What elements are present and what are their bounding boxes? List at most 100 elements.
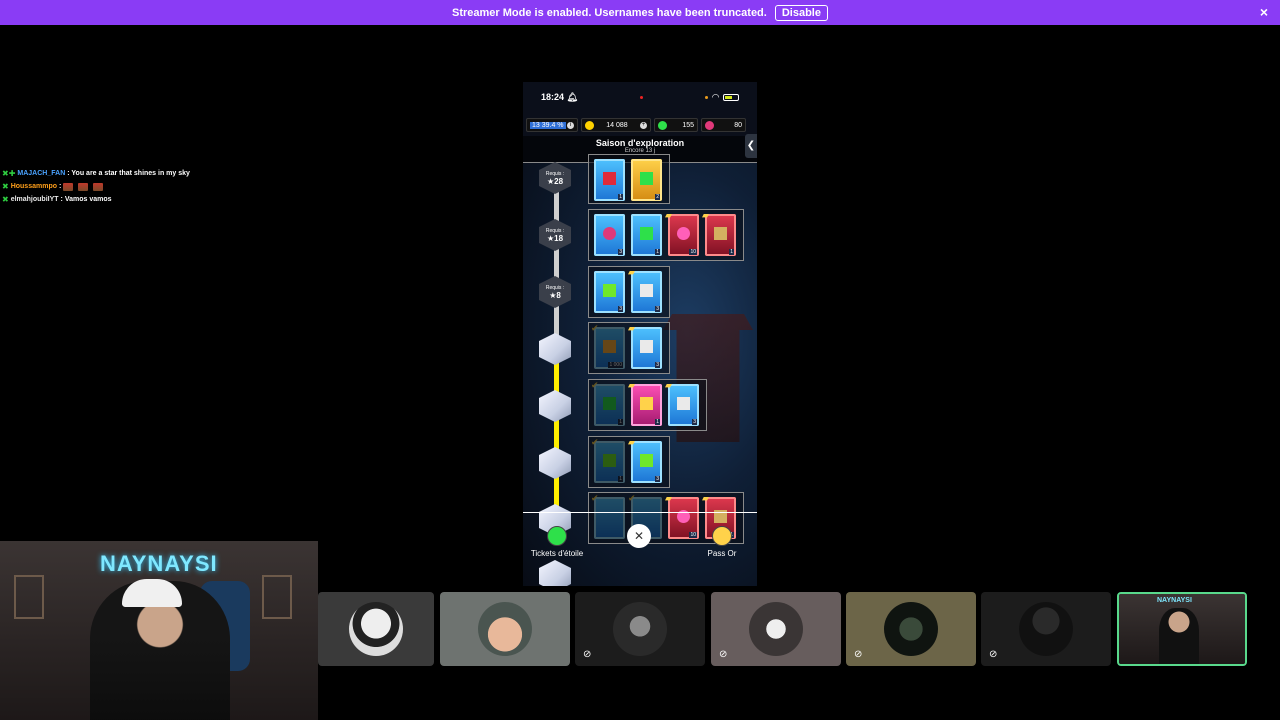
neon-sign: NAYNAYSI <box>100 551 218 576</box>
add-coins-icon[interactable]: + <box>639 121 647 129</box>
gold-pass-label: Pass Or <box>707 549 737 558</box>
reward-row: ✔ 1 000 ▰ 3 <box>588 322 670 374</box>
reward-card[interactable]: ▰ 3 <box>665 380 699 426</box>
reward-icon <box>603 172 616 185</box>
chat-overlay: ✖✚ MAJACH_FAN : You are a star that shin… <box>2 167 302 206</box>
reward-quantity: 1 000 <box>608 362 623 368</box>
phone-time: 18:24 <box>541 91 565 102</box>
stars-value: 80 <box>734 121 742 129</box>
gold-pass-icon <box>712 526 732 546</box>
chat-username: MAJACH_FAN <box>17 170 66 177</box>
reward-card[interactable]: 1 <box>594 159 625 201</box>
reward-card[interactable]: ▰ 10 <box>665 210 699 256</box>
participant-tile[interactable]: ⊘ <box>575 592 705 666</box>
reward-card[interactable]: ▰ 3 <box>628 437 662 483</box>
reward-icon <box>640 284 653 297</box>
mic-dot-icon <box>705 95 709 99</box>
gem-icon <box>658 120 667 130</box>
banner-message: Streamer Mode is enabled. Usernames have… <box>452 6 767 19</box>
participant-tile[interactable]: ⊘ <box>711 592 841 666</box>
participant-avatar <box>1019 602 1073 656</box>
claimed-check-icon: ✔ <box>628 493 636 503</box>
chat-text: : Vamos vamos <box>60 196 112 203</box>
reward-row: 3 1 ▰ 10 ▰ 1 <box>588 209 744 261</box>
claimed-check-icon: ✔ <box>591 437 599 447</box>
participant-avatar <box>749 602 803 656</box>
star-tickets-label: Tickets d'étoile <box>530 549 584 558</box>
coins-counter: 14 088 + <box>581 118 651 132</box>
reward-quantity: 3 <box>655 476 660 482</box>
reward-row: 3 ▰ 3 <box>588 266 670 318</box>
chat-text: : <box>59 183 62 190</box>
phone-screen: 18:24 🔔︎ ◠ 13 39.4 % i 14 088 + 155 80 S… <box>523 82 757 586</box>
participant-tile-active[interactable]: NAYNAYSI <box>1117 592 1247 666</box>
gold-pass-button[interactable]: Pass Or <box>699 526 745 558</box>
divider <box>523 512 757 513</box>
star-gem-icon <box>705 120 714 130</box>
reward-quantity: 1 <box>618 194 623 200</box>
participant-tile[interactable] <box>440 592 570 666</box>
participant-tile[interactable]: ⊘ <box>981 592 1111 666</box>
streamer-mode-banner: Streamer Mode is enabled. Usernames have… <box>0 0 1280 25</box>
reward-card[interactable]: 2 <box>631 159 662 201</box>
ticket-icon: ▰ <box>665 210 672 220</box>
wall-frame <box>262 575 292 619</box>
ticket-icon: ▰ <box>628 323 635 333</box>
reward-row: ✔ 1 ▰ 3 <box>588 436 670 488</box>
chat-username: Houssammpo <box>10 183 57 190</box>
reward-card[interactable]: 3 <box>594 271 625 313</box>
streamer-webcam: NAYNAYSI <box>0 541 318 720</box>
coins-value: 14 088 <box>606 121 628 129</box>
coin-icon <box>585 120 594 130</box>
reward-icon <box>603 397 616 410</box>
info-icon[interactable]: i <box>567 121 574 129</box>
gems-value: 155 <box>682 121 694 129</box>
ticket-icon: ▰ <box>628 380 635 390</box>
ticket-icon <box>547 526 567 546</box>
star-tickets-button[interactable]: Tickets d'étoile <box>523 526 591 558</box>
participant-person <box>1159 608 1199 664</box>
emote-icon <box>63 182 74 191</box>
muted-mic-icon: ⊘ <box>989 649 998 660</box>
reward-quantity: 2 <box>655 194 660 200</box>
reward-row: ✔ 1 ▰ 1 ▰ 3 <box>588 379 707 431</box>
reward-card[interactable]: ▰1 <box>702 210 736 256</box>
reward-quantity: 10 <box>689 249 697 255</box>
reward-quantity: 3 <box>618 306 623 312</box>
chat-username: elmahjoubiIYT <box>10 196 59 203</box>
participant-avatar <box>478 602 532 656</box>
participant-avatar <box>349 602 403 656</box>
reward-quantity: 1 <box>618 476 623 482</box>
reward-row: 1 2 <box>588 154 670 204</box>
badge-icon: ✖ <box>2 195 9 204</box>
muted-mic-icon: ⊘ <box>583 649 592 660</box>
participant-avatar <box>884 602 938 656</box>
reward-card[interactable]: ▰ 3 <box>628 267 662 313</box>
participant-tile[interactable] <box>318 592 434 666</box>
ticket-icon: ▰ <box>702 493 709 503</box>
collapse-tab-icon[interactable]: ❮ <box>745 134 757 158</box>
participant-tile[interactable]: ⊘ <box>846 592 976 666</box>
wifi-icon: ◠ <box>712 91 719 102</box>
close-icon[interactable]: ✕ <box>627 524 651 548</box>
badge-icon: ✖ <box>2 182 9 191</box>
reward-card[interactable]: ▰ 3 <box>628 323 662 369</box>
disable-button[interactable]: Disable <box>774 4 828 21</box>
reward-card[interactable]: 1 <box>631 214 662 256</box>
claimed-check-icon: ✔ <box>591 493 599 503</box>
reward-quantity: 3 <box>655 362 660 368</box>
reward-quantity: 3 <box>618 249 623 255</box>
reward-icon <box>603 340 616 353</box>
reward-icon <box>640 340 653 353</box>
reward-card[interactable]: ✔ 1 000 <box>591 323 625 369</box>
close-icon[interactable]: × <box>1260 4 1268 20</box>
reward-quantity: 1 <box>729 249 734 255</box>
reward-icon <box>640 172 653 185</box>
reward-card[interactable]: 3 <box>594 214 625 256</box>
reward-card[interactable]: ✔ 1 <box>591 380 625 426</box>
reward-quantity: 1 <box>655 419 660 425</box>
reward-card[interactable]: ✔ 1 <box>591 437 625 483</box>
reward-card[interactable]: ▰1 <box>628 380 662 426</box>
reward-icon <box>714 227 727 240</box>
season-progress: 13 39.4 % i <box>526 118 578 132</box>
